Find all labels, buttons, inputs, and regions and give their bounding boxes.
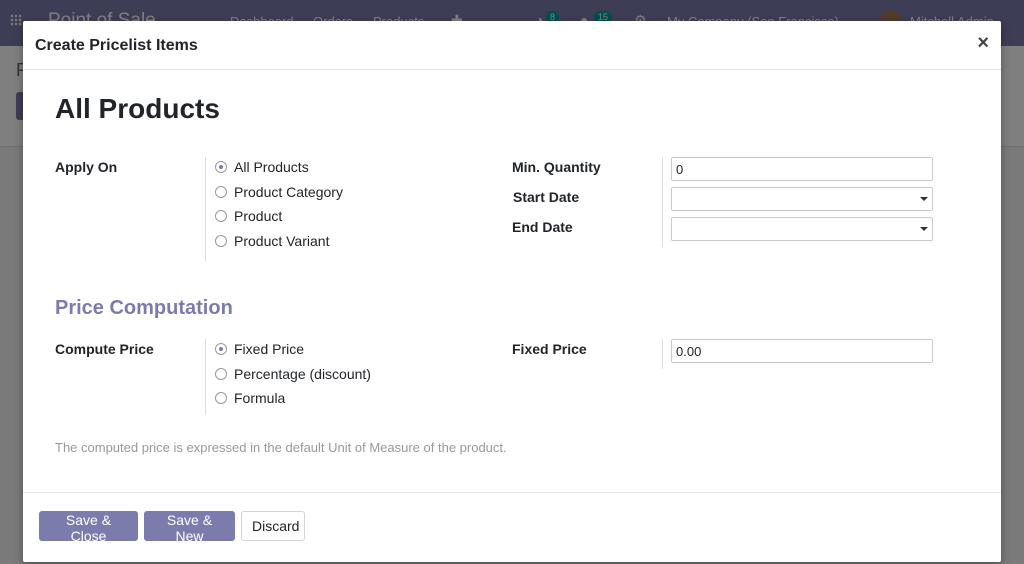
radio-formula[interactable]: Formula [215,390,285,406]
radio-fixed-price[interactable]: Fixed Price [215,341,304,357]
radio-button[interactable] [215,392,227,404]
dialog-title: Create Pricelist Items [35,37,198,54]
discard-button[interactable]: Discard [241,511,305,541]
divider [662,157,663,247]
radio-all-products[interactable]: All Products [215,159,309,175]
radio-button[interactable] [215,210,227,222]
radio-button[interactable] [215,368,227,380]
price-computation-title: Price Computation [55,297,233,319]
radio-button[interactable] [215,343,227,355]
radio-button[interactable] [215,235,227,247]
fixed-price-label: Fixed Price [512,341,587,357]
close-icon[interactable]: × [977,33,989,53]
min-quantity-input[interactable] [671,157,933,181]
dialog-footer: Save & Close Save & New Discard [23,492,1001,563]
radio-label: Percentage (discount) [234,366,371,382]
divider [205,157,206,261]
radio-product-category[interactable]: Product Category [215,184,343,200]
radio-label: All Products [234,159,309,175]
radio-label: Product Variant [234,233,330,249]
radio-percentage-discount[interactable]: Percentage (discount) [215,366,371,382]
fixed-price-input[interactable] [671,339,933,363]
uom-help-text: The computed price is expressed in the d… [55,440,507,455]
radio-product[interactable]: Product [215,208,282,224]
record-heading: All Products [55,93,220,124]
pricelist-item-dialog: Create Pricelist Items × All Products Ap… [23,21,1001,562]
divider [205,339,206,415]
caret-down-icon[interactable] [920,197,928,201]
dialog-header: Create Pricelist Items × [23,21,1001,70]
save-close-button[interactable]: Save & Close [39,511,138,544]
start-date-input[interactable] [671,187,933,211]
min-quantity-label: Min. Quantity [512,159,601,175]
radio-button[interactable] [215,186,227,198]
radio-label: Formula [234,390,286,406]
radio-button[interactable] [215,161,227,173]
start-date-label: Start Date [513,189,580,205]
radio-label: Product [234,208,283,224]
caret-down-icon[interactable] [920,227,928,231]
divider [662,339,663,369]
compute-price-label: Compute Price [55,341,154,357]
radio-product-variant[interactable]: Product Variant [215,233,329,249]
end-date-input[interactable] [671,217,933,241]
save-new-button[interactable]: Save & New [144,511,235,544]
apply-on-label: Apply On [55,159,118,175]
radio-label: Product Category [234,184,343,200]
radio-label: Fixed Price [234,341,305,357]
end-date-label: End Date [512,219,573,235]
